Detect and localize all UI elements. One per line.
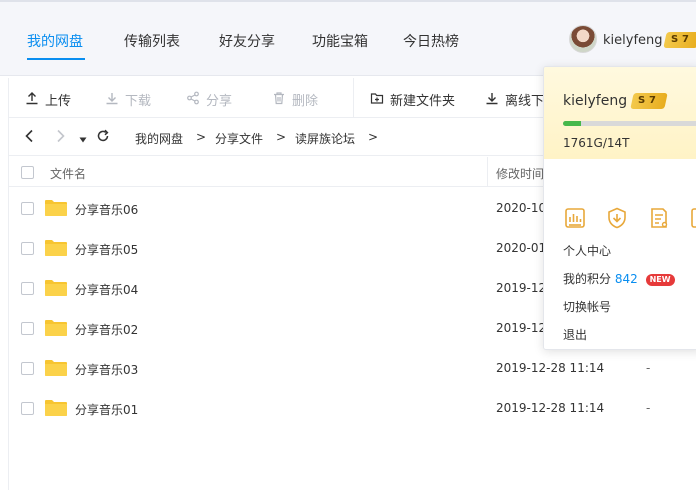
column-header-modified[interactable]: 修改时间: [496, 165, 544, 182]
offline-download-icon: [484, 91, 500, 109]
file-name[interactable]: 分享音乐04: [75, 281, 138, 298]
logout-item[interactable]: 退出: [563, 326, 587, 343]
active-tab-indicator: [27, 58, 85, 60]
new-folder-icon: [369, 91, 385, 109]
folder-icon: [45, 200, 67, 216]
switch-account-item[interactable]: 切换帐号: [563, 298, 611, 315]
username-top[interactable]: kielyfeng: [603, 33, 663, 48]
points-label: 我的积分: [563, 272, 612, 286]
quota-progress-fill: [563, 121, 581, 126]
folder-icon: [45, 320, 67, 336]
folder-icon: [45, 240, 67, 256]
points-value: 842: [614, 272, 638, 286]
upload-icon: [24, 91, 40, 109]
breadcrumb-separator: >: [368, 130, 379, 144]
history-dropdown-icon[interactable]: [79, 132, 87, 148]
new-badge: NEW: [645, 274, 675, 286]
my-points-item[interactable]: 我的积分 842 NEW: [563, 270, 675, 287]
file-name[interactable]: 分享音乐02: [75, 321, 138, 338]
table-row[interactable]: 分享音乐03 2019-12-28 11:14 -: [8, 348, 696, 388]
window-top-border: [0, 0, 696, 2]
file-date: 2020-01: [496, 241, 547, 255]
task-list-icon[interactable]: [647, 206, 671, 230]
tab-friend-share[interactable]: 好友分享: [219, 31, 275, 51]
avatar[interactable]: [569, 25, 597, 53]
offline-download-button[interactable]: 离线下: [484, 90, 544, 109]
file-size: -: [646, 361, 651, 375]
delete-button[interactable]: 删除: [271, 90, 318, 109]
row-checkbox[interactable]: [21, 402, 34, 415]
download-icon: [104, 91, 120, 109]
trash-icon: [271, 91, 287, 109]
forward-icon[interactable]: [56, 129, 66, 147]
file-date: 2020-10: [496, 201, 547, 215]
row-checkbox[interactable]: [21, 282, 34, 295]
offline-download-label: 离线下: [505, 94, 545, 109]
download-shield-icon[interactable]: [605, 206, 629, 230]
file-name[interactable]: 分享音乐03: [75, 361, 138, 378]
delete-label: 删除: [292, 94, 319, 109]
tab-my-disk[interactable]: 我的网盘: [27, 31, 83, 51]
file-size: -: [646, 401, 651, 415]
vip-badge-dropdown: S 7: [630, 93, 668, 109]
row-checkbox[interactable]: [21, 202, 34, 215]
folder-icon: [45, 280, 67, 296]
new-folder-label: 新建文件夹: [390, 94, 456, 109]
file-name[interactable]: 分享音乐06: [75, 201, 138, 218]
row-checkbox[interactable]: [21, 322, 34, 335]
download-button[interactable]: 下载: [104, 90, 151, 109]
tab-toolbox[interactable]: 功能宝箱: [312, 31, 368, 51]
dropdown-username: kielyfeng: [563, 93, 628, 109]
file-name[interactable]: 分享音乐01: [75, 401, 138, 418]
share-button[interactable]: 分享: [185, 90, 232, 109]
download-label: 下载: [125, 94, 152, 109]
user-dropdown-menu: kielyfeng S 7 1761G/14T 个人中心 我的积分 842 NE…: [543, 66, 696, 350]
member-card-icon[interactable]: [563, 206, 587, 230]
new-folder-button[interactable]: 新建文件夹: [369, 90, 455, 109]
user-info-panel: kielyfeng S 7 1761G/14T: [544, 67, 696, 159]
edit-icon[interactable]: [689, 206, 696, 230]
table-row[interactable]: 分享音乐01 2019-12-28 11:14 -: [8, 388, 696, 428]
column-header-name[interactable]: 文件名: [50, 165, 86, 182]
quota-text: 1761G/14T: [563, 136, 630, 150]
breadcrumb-item-my-disk[interactable]: 我的网盘: [135, 130, 183, 147]
top-nav-bar: 我的网盘 传输列表 好友分享 功能宝箱 今日热榜 kielyfeng S 7: [0, 0, 696, 76]
personal-center-item[interactable]: 个人中心: [563, 242, 611, 259]
column-divider[interactable]: [487, 157, 488, 187]
tab-hot-today[interactable]: 今日热榜: [403, 31, 459, 51]
breadcrumb-separator: >: [276, 130, 287, 144]
vip-badge-top: S 7: [663, 32, 696, 48]
quota-progress-bar: [563, 121, 696, 126]
back-icon[interactable]: [24, 129, 34, 147]
file-date: 2019-12: [496, 321, 547, 335]
share-label: 分享: [206, 94, 233, 109]
row-checkbox[interactable]: [21, 242, 34, 255]
breadcrumb-item-shared-files[interactable]: 分享文件: [215, 130, 263, 147]
tab-transfer-list[interactable]: 传输列表: [124, 31, 180, 51]
share-icon: [185, 91, 201, 109]
vip-level: 7: [648, 95, 656, 106]
select-all-checkbox[interactable]: [21, 166, 34, 179]
file-date: 2019-12: [496, 281, 547, 295]
vip-letter: S: [671, 34, 679, 45]
folder-icon: [45, 400, 67, 416]
file-name[interactable]: 分享音乐05: [75, 241, 138, 258]
file-date: 2019-12-28 11:14: [496, 361, 605, 375]
file-date: 2019-12-28 11:14: [496, 401, 605, 415]
refresh-icon[interactable]: [96, 129, 110, 147]
upload-label: 上传: [45, 94, 72, 109]
vip-letter: S: [638, 95, 646, 106]
upload-button[interactable]: 上传: [24, 90, 71, 109]
breadcrumb-separator: >: [196, 130, 207, 144]
vip-level: 7: [681, 34, 689, 45]
toolbar-divider: [353, 78, 354, 118]
folder-icon: [45, 360, 67, 376]
row-checkbox[interactable]: [21, 362, 34, 375]
breadcrumb-item-forum[interactable]: 读屏族论坛: [295, 130, 355, 147]
